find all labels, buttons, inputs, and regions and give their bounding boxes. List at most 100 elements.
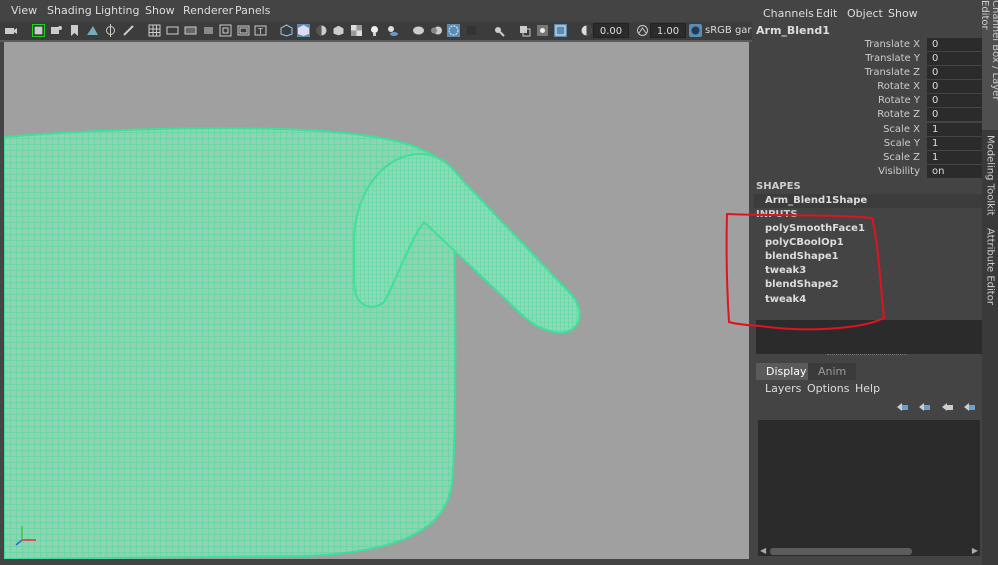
input-node-polysmoothface1[interactable]: polySmoothFace1 [765, 223, 865, 234]
field-chart-icon[interactable] [219, 24, 232, 37]
side-tab-attribute-editor[interactable]: Attribute Editor [982, 220, 998, 312]
smooth-shade-icon[interactable] [297, 24, 310, 37]
depth-of-field-icon[interactable] [465, 24, 478, 37]
bookmark-camera-icon[interactable] [50, 24, 63, 37]
exposure-field[interactable]: 0.00 [593, 23, 629, 38]
layer-editor: Display Anim Layers Options Help ◀ ▶ [756, 362, 982, 562]
shape-row[interactable]: Arm_Blend1Shape [754, 194, 982, 208]
xray-icon[interactable] [518, 24, 531, 37]
viewport-panel: View Shading Lighting Show Renderer Pane… [0, 0, 752, 565]
side-tab-modeling-toolkit[interactable]: Modeling Toolkit [982, 132, 998, 218]
menu-object[interactable]: Object [847, 7, 883, 20]
shapes-header: SHAPES [756, 181, 801, 192]
film-gate-icon[interactable] [166, 24, 179, 37]
attr-value-rotate-y[interactable]: 0 [927, 94, 982, 107]
3d-viewport-canvas[interactable] [4, 42, 749, 559]
menu-shading[interactable]: Shading [47, 4, 92, 17]
color-space-dropdown[interactable]: sRGB gar [705, 23, 752, 38]
safe-action-icon[interactable] [237, 24, 250, 37]
attr-label-rotate-z[interactable]: Rotate Z [800, 109, 920, 120]
new-layer-selected-icon[interactable] [963, 402, 976, 413]
attr-label-scale-z[interactable]: Scale Z [800, 152, 920, 163]
layer-scrollbar[interactable]: ◀ ▶ [758, 546, 980, 556]
multisample-aa-icon[interactable] [447, 24, 460, 37]
camera-select-icon[interactable] [4, 24, 17, 37]
menu-show-channels[interactable]: Show [888, 7, 918, 20]
screen-space-ao-icon[interactable] [412, 24, 425, 37]
attr-value-rotate-x[interactable]: 0 [927, 80, 982, 93]
input-node-polycboolop1[interactable]: polyCBoolOp1 [765, 237, 844, 248]
side-tab-bar: Channel Box / Layer Editor Modeling Tool… [979, 0, 998, 565]
isolate-select-icon[interactable] [492, 24, 505, 37]
safe-title-icon[interactable]: T [254, 24, 267, 37]
attr-value-rotate-z[interactable]: 0 [927, 108, 982, 121]
svg-text:T: T [257, 27, 263, 36]
2d-pan-zoom-icon[interactable] [104, 24, 117, 37]
attr-value-translate-y[interactable]: 0 [927, 52, 982, 65]
exposure-icon[interactable] [580, 24, 593, 37]
attr-value-visibility[interactable]: on [927, 165, 982, 178]
scroll-left-icon[interactable]: ◀ [760, 546, 766, 555]
image-plane-icon[interactable] [86, 24, 99, 37]
use-all-lights-icon[interactable] [368, 24, 381, 37]
menu-renderer[interactable]: Renderer [183, 4, 233, 17]
inputs-header: INPUTS [756, 209, 798, 220]
shape-name[interactable]: Arm_Blend1Shape [765, 195, 867, 206]
wireframe-on-shaded-icon[interactable] [332, 24, 345, 37]
attr-label-translate-z[interactable]: Translate Z [800, 67, 920, 78]
gate-mask-icon[interactable] [202, 24, 215, 37]
mesh-wireframe [4, 127, 581, 559]
attr-label-translate-y[interactable]: Translate Y [800, 53, 920, 64]
bookmark-icon[interactable] [68, 24, 81, 37]
layer-list[interactable] [758, 420, 980, 546]
menu-help[interactable]: Help [855, 382, 880, 395]
menu-edit[interactable]: Edit [816, 7, 837, 20]
input-node-tweak4[interactable]: tweak4 [765, 294, 806, 305]
gamma-icon[interactable] [636, 24, 649, 37]
panel-splitter-handle[interactable] [827, 354, 907, 358]
motion-blur-icon[interactable] [430, 24, 443, 37]
view-transform-icon[interactable] [689, 24, 702, 37]
menu-panels[interactable]: Panels [235, 4, 270, 17]
gamma-field[interactable]: 1.00 [650, 23, 686, 38]
attr-value-translate-x[interactable]: 0 [927, 38, 982, 51]
move-layer-up-icon[interactable] [896, 402, 909, 413]
move-layer-down-icon[interactable] [918, 402, 931, 413]
side-tab-channel-box[interactable]: Channel Box / Layer Editor [979, 0, 998, 130]
input-node-tweak3[interactable]: tweak3 [765, 265, 806, 276]
scroll-thumb[interactable] [770, 548, 912, 555]
menu-layers[interactable]: Layers [765, 382, 801, 395]
object-name[interactable]: Arm_Blend1 [756, 24, 830, 37]
scroll-right-icon[interactable]: ▶ [972, 546, 978, 555]
input-node-blendshape1[interactable]: blendShape1 [765, 251, 839, 262]
attr-value-translate-z[interactable]: 0 [927, 66, 982, 79]
attr-value-scale-z[interactable]: 1 [927, 151, 982, 164]
attr-label-translate-x[interactable]: Translate X [800, 39, 920, 50]
xray-joints-icon[interactable] [536, 24, 549, 37]
wireframe-shading-icon[interactable] [280, 24, 293, 37]
menu-lighting[interactable]: Lighting [95, 4, 139, 17]
attr-label-visibility[interactable]: Visibility [800, 166, 920, 177]
shadows-icon[interactable] [386, 24, 399, 37]
attr-value-scale-y[interactable]: 1 [927, 137, 982, 150]
menu-channels[interactable]: Channels [763, 7, 814, 20]
grid-icon[interactable] [148, 24, 161, 37]
attr-label-scale-x[interactable]: Scale X [800, 124, 920, 135]
xray-components-icon[interactable] [554, 24, 567, 37]
tab-anim[interactable]: Anim [808, 363, 857, 380]
viewport-toolbar: T 0.00 1.00 sRGB gar [0, 22, 752, 40]
grease-pencil-icon[interactable] [122, 24, 135, 37]
new-empty-layer-icon[interactable] [941, 402, 954, 413]
resolution-gate-icon[interactable] [184, 24, 197, 37]
attr-value-scale-x[interactable]: 1 [927, 123, 982, 136]
default-material-icon[interactable] [315, 24, 328, 37]
textured-icon[interactable] [350, 24, 363, 37]
attr-label-rotate-x[interactable]: Rotate X [800, 81, 920, 92]
attr-label-scale-y[interactable]: Scale Y [800, 138, 920, 149]
camera-attributes-icon[interactable] [32, 24, 45, 37]
menu-show[interactable]: Show [145, 4, 175, 17]
menu-view[interactable]: View [11, 4, 37, 17]
menu-options[interactable]: Options [807, 382, 849, 395]
attr-label-rotate-y[interactable]: Rotate Y [800, 95, 920, 106]
input-node-blendshape2[interactable]: blendShape2 [765, 279, 839, 290]
